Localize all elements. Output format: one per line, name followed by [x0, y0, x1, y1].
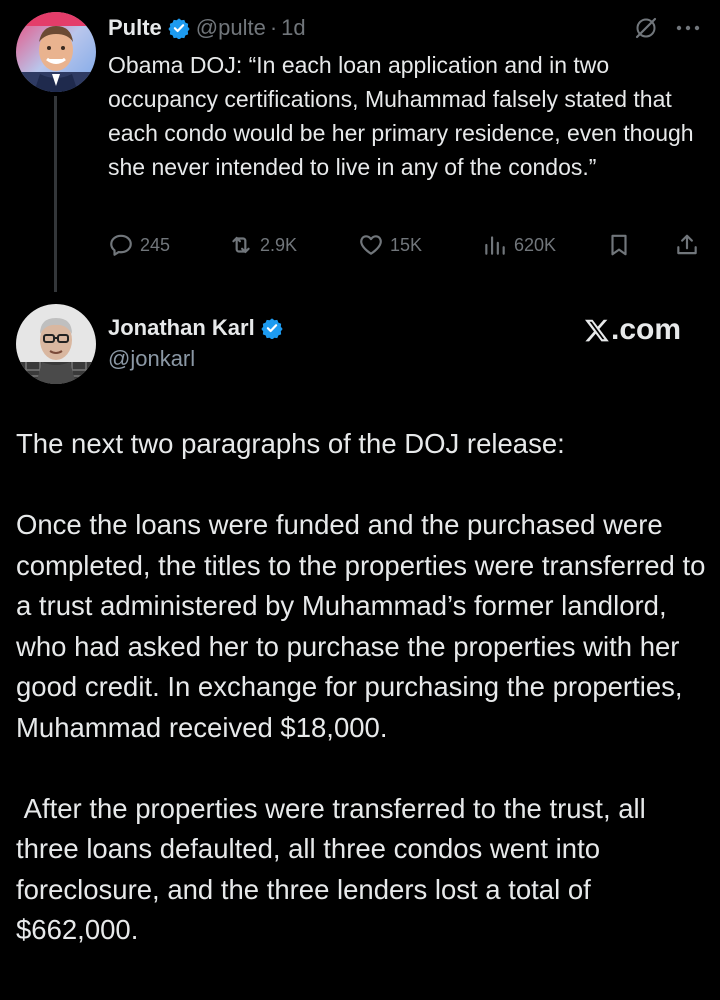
embedded-author-name[interactable]: Jonathan Karl [108, 315, 255, 341]
embedded-paragraph: After the properties were transferred to… [16, 792, 654, 946]
timestamp[interactable]: 1d [281, 15, 305, 41]
embedded-paragraph: Once the loans were funded and the purch… [16, 509, 714, 743]
share-button[interactable] [674, 228, 706, 262]
reply-count: 245 [140, 234, 171, 255]
more-dots-icon[interactable] [674, 18, 702, 38]
separator-dot: · [269, 15, 278, 40]
author-name[interactable]: Pulte [108, 15, 162, 41]
tweet-header: Pulte @pulte · 1d [108, 12, 306, 44]
embedded-author-row: Jonathan Karl [108, 312, 289, 344]
bookmark-button[interactable] [606, 228, 638, 262]
bookmark-icon [611, 234, 627, 256]
author-handle[interactable]: @pulte [196, 15, 266, 41]
x-com-logo: .com [584, 312, 681, 348]
reply-icon [110, 234, 132, 256]
repost-button[interactable]: 2.9K [228, 228, 297, 262]
heart-icon [360, 235, 382, 255]
thread-connector [54, 96, 57, 292]
site-label: .com [611, 313, 682, 346]
repost-icon [232, 236, 250, 254]
views-count: 620K [514, 234, 557, 255]
views-button[interactable]: 620K [482, 228, 556, 262]
share-upload-icon [677, 234, 697, 255]
embedded-author-handle[interactable]: @jonkarl [108, 346, 195, 372]
embedded-post-body: The next two paragraphs of the DOJ relea… [16, 424, 706, 991]
avatar[interactable] [16, 304, 96, 384]
verified-badge-icon [168, 17, 190, 40]
verified-badge-icon [261, 317, 283, 340]
like-count: 15K [390, 234, 423, 255]
reply-button[interactable]: 245 [108, 228, 170, 262]
avatar[interactable] [16, 12, 96, 92]
embedded-post[interactable]: Jonathan Karl @jonkarl .com The next two… [0, 290, 720, 1000]
views-bar-chart-icon [485, 236, 505, 255]
tweet[interactable]: Pulte @pulte · 1d Obama DOJ: “In each lo… [0, 0, 720, 292]
x-logo-icon [584, 319, 609, 342]
grok-slash-icon[interactable] [634, 16, 658, 40]
tweet-actions: 245 2.9K 15K 620K [108, 228, 704, 262]
embedded-paragraph: The next two paragraphs of the DOJ relea… [16, 428, 565, 459]
like-button[interactable]: 15K [358, 228, 422, 262]
tweet-text: Obama DOJ: “In each loan application and… [108, 52, 700, 180]
repost-count: 2.9K [260, 234, 298, 255]
